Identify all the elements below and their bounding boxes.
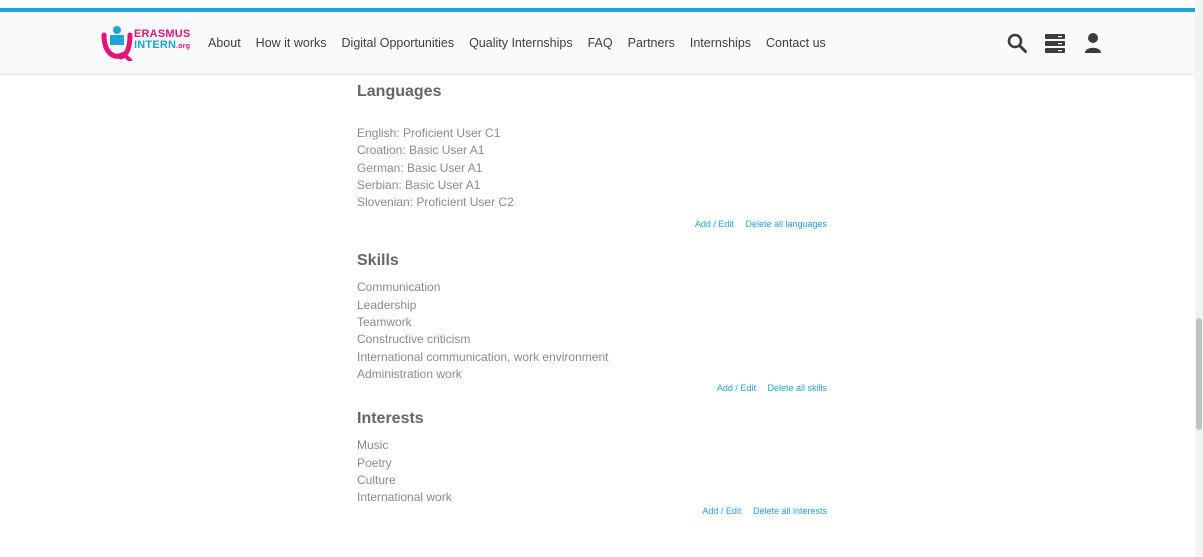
user-icon[interactable]: [1082, 32, 1104, 54]
search-icon[interactable]: [1006, 32, 1028, 54]
language-item: Serbian: Basic User A1: [357, 177, 481, 192]
skill-item: Leadership: [357, 297, 417, 312]
nav-quality-internships[interactable]: Quality Internships: [469, 36, 573, 50]
header-icons: [1006, 28, 1104, 58]
interests-add-edit-link[interactable]: Add / Edit: [702, 506, 741, 516]
skill-item: Constructive criticism: [357, 332, 471, 347]
nav-digital-opportunities[interactable]: Digital Opportunities: [342, 36, 455, 50]
skill-item: Administration work: [357, 366, 462, 381]
interest-item: Poetry: [357, 455, 392, 470]
logo-text: ERASMUS INTERN.org: [134, 29, 190, 52]
main-nav: About How it works Digital Opportunities…: [208, 12, 841, 74]
languages-section: Languages English: Proficient User C1 Cr…: [357, 74, 827, 229]
skill-item: International communication, work enviro…: [357, 349, 609, 364]
logo-suffix: .org: [176, 43, 191, 50]
language-item: Croation: Basic User A1: [357, 143, 485, 158]
profile-content: Languages English: Proficient User C1 Cr…: [357, 74, 827, 516]
interests-actions: Add / Edit Delete all interests: [357, 506, 827, 516]
interests-title: Interests: [357, 410, 424, 428]
language-item: Slovenian: Proficient User C2: [357, 195, 514, 210]
interest-item: Culture: [357, 472, 396, 487]
scrollbar-thumb[interactable]: [1196, 318, 1202, 430]
languages-add-edit-link[interactable]: Add / Edit: [695, 219, 734, 229]
logo-line-2: INTERN.org: [134, 40, 190, 52]
server-menu-icon[interactable]: [1044, 32, 1066, 54]
languages-actions: Add / Edit Delete all languages: [357, 219, 827, 229]
logo-line-2-text: INTERN: [134, 39, 177, 51]
skill-item: Communication: [357, 280, 441, 295]
languages-title: Languages: [357, 83, 442, 100]
skills-add-edit-link[interactable]: Add / Edit: [717, 383, 756, 393]
page-scrollbar[interactable]: [1195, 0, 1203, 557]
interest-item: Music: [357, 438, 389, 453]
nav-partners[interactable]: Partners: [628, 36, 675, 50]
skills-actions: Add / Edit Delete all skills: [357, 383, 827, 393]
nav-contact-us[interactable]: Contact us: [766, 36, 826, 50]
language-item: English: Proficient User C1: [357, 126, 501, 140]
skills-section: Skills Communication Leadership Teamwork…: [357, 252, 827, 393]
nav-how-it-works[interactable]: How it works: [256, 36, 327, 50]
interest-item: International work: [357, 490, 452, 505]
nav-internships[interactable]: Internships: [690, 36, 751, 50]
nav-about[interactable]: About: [208, 36, 241, 50]
delete-all-interests-link[interactable]: Delete all interests: [753, 506, 827, 516]
delete-all-skills-link[interactable]: Delete all skills: [767, 383, 827, 393]
site-logo[interactable]: ERASMUS INTERN.org: [101, 25, 191, 61]
skills-title: Skills: [357, 252, 399, 270]
logo-mark-icon: [101, 26, 133, 61]
skill-item: Teamwork: [357, 315, 412, 330]
delete-all-languages-link[interactable]: Delete all languages: [745, 219, 827, 229]
nav-faq[interactable]: FAQ: [588, 36, 613, 50]
interests-section: Interests Music Poetry Culture Internati…: [357, 410, 827, 516]
site-header: ERASMUS INTERN.org About How it works Di…: [0, 12, 1195, 75]
language-item: German: Basic User A1: [357, 160, 483, 175]
